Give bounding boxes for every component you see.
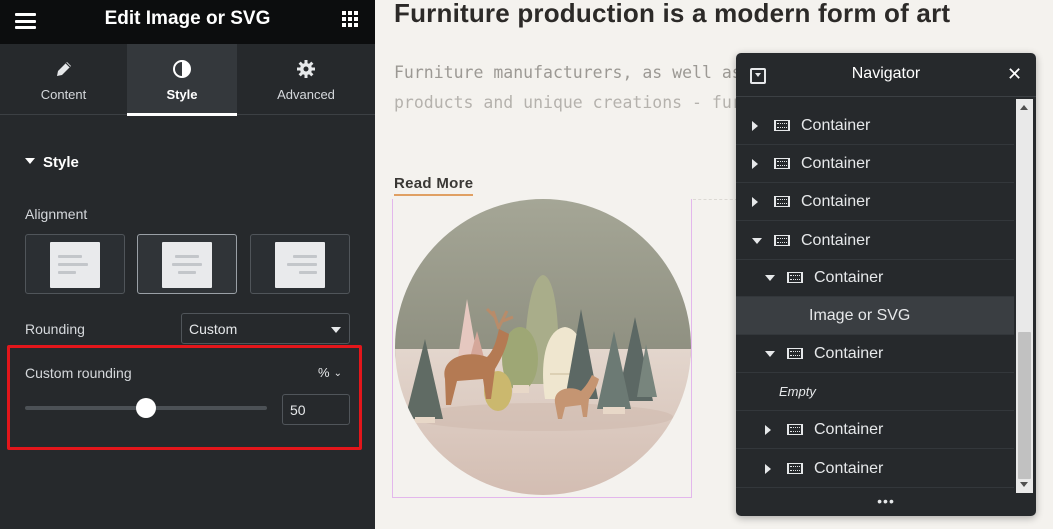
panel-header: Edit Image or SVG [0,0,375,44]
caret-right-icon[interactable] [752,121,758,131]
navigator-title: Navigator [851,65,921,82]
container-icon [787,424,803,435]
navigator-item-label: Image or SVG [809,307,911,324]
navigator-item[interactable]: Container [736,335,1014,373]
rounding-slider-handle[interactable] [136,398,156,418]
dashed-guide [693,199,738,200]
navigator-item-label: Empty [779,384,816,399]
caret-right-icon[interactable] [765,464,771,474]
align-left-icon [50,242,100,288]
tab-style[interactable]: Style [127,44,237,116]
panel-title: Edit Image or SVG [104,8,271,29]
caret-right-icon[interactable] [752,159,758,169]
caret-right-icon[interactable] [752,197,758,207]
custom-rounding-label: Custom rounding [25,365,132,381]
align-center-icon [162,242,212,288]
navigator-panel: Navigator ✕ Container Container Container C… [736,53,1036,516]
close-icon[interactable]: ✕ [1007,64,1022,85]
navigator-header[interactable]: Navigator ✕ [736,53,1036,97]
navigator-item[interactable]: Container [736,145,1014,183]
unit-label: % [318,365,330,380]
tab-advanced[interactable]: Advanced [237,44,375,115]
tab-content[interactable]: Content [0,44,127,115]
tab-content-label: Content [40,87,87,102]
scroll-down-arrow-icon[interactable] [1020,482,1028,487]
container-icon [774,196,790,207]
navigator-item-label: Container [814,269,884,286]
body-text-line: Furniture manufacturers, as well as m [394,63,762,82]
navigator-item-label: Container [814,460,884,477]
navigator-item[interactable]: Container [736,107,1014,145]
navigator-item[interactable]: Empty [736,373,1014,411]
image-widget[interactable] [392,199,692,498]
scroll-up-arrow-icon[interactable] [1020,105,1028,110]
style-section-toggle[interactable]: Style [25,154,79,171]
navigator-item-label: Container [814,345,884,362]
navigator-item[interactable]: Container [736,411,1014,449]
navigator-item[interactable]: Container [736,183,1014,221]
read-more-link[interactable]: Read More [394,175,474,196]
gear-icon [237,59,375,79]
chevron-down-icon: ⌄ [333,368,342,380]
container-icon [787,348,803,359]
caret-right-icon[interactable] [765,425,771,435]
navigator-resize-handle[interactable]: ••• [736,494,1036,516]
caret-down-icon[interactable] [765,275,775,281]
tab-style-label: Style [166,87,198,102]
tab-advanced-label: Advanced [277,87,335,102]
container-icon [774,120,790,131]
align-left-button[interactable] [25,234,125,294]
navigator-item-label: Container [801,232,871,249]
editor-panel: Edit Image or SVG Content Style Advanced… [0,0,375,529]
container-icon [787,272,803,283]
page-heading: Furniture production is a modern form of… [394,0,951,28]
widgets-grid-icon[interactable] [342,11,358,27]
navigator-item-label: Container [801,155,871,172]
navigator-item[interactable]: Image or SVG [736,297,1014,335]
navigator-item[interactable]: Container [736,259,1014,297]
rounding-label: Rounding [25,321,85,337]
scrollbar-thumb[interactable] [1018,331,1031,479]
unit-switcher[interactable]: % ⌄ [318,365,342,380]
contrast-icon [127,59,237,79]
pencil-icon [0,59,127,79]
caret-down-icon[interactable] [752,238,762,244]
caret-down-icon [25,158,35,165]
navigator-item[interactable]: Container [736,450,1014,488]
navigator-scrollbar[interactable] [1016,99,1033,493]
navigator-item[interactable]: Container [736,222,1014,260]
panel-tabs: Content Style Advanced [0,44,375,116]
caret-down-icon[interactable] [765,351,775,357]
rounding-select-value: Custom [189,321,238,337]
container-icon [774,235,790,246]
navigator-item-label: Container [801,193,871,210]
furniture-toys-image [395,199,691,495]
chevron-down-icon [331,327,341,333]
navigator-item-label: Container [814,421,884,438]
align-center-button[interactable] [137,234,237,294]
navigator-item-label: Container [801,117,871,134]
container-icon [787,463,803,474]
body-text-line: products and unique creations - furn [394,93,752,112]
container-icon [774,158,790,169]
rounding-select[interactable]: Custom [181,313,350,344]
section-title: Style [43,154,79,171]
rounding-value-input[interactable] [282,394,350,425]
alignment-label: Alignment [25,206,88,222]
align-right-button[interactable] [250,234,350,294]
align-right-icon [275,242,325,288]
